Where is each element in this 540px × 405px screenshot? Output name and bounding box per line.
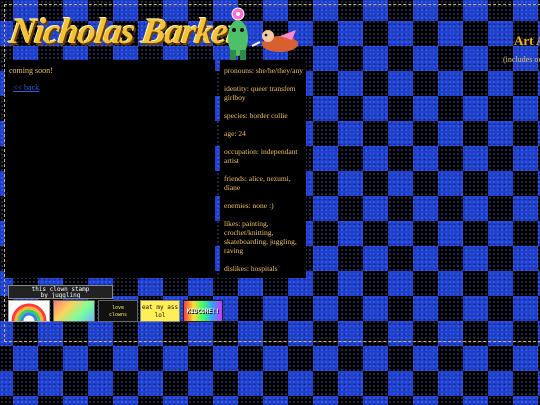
art-section-heading: Art A xyxy=(514,33,540,48)
eat-my-ass-badge[interactable]: eat my ass lol xyxy=(140,300,180,322)
art-section-subtitle: (includes ou xyxy=(503,55,540,64)
candy-badge[interactable] xyxy=(53,300,95,322)
occupation-field: occupation: independant artist xyxy=(224,147,298,165)
pronouns-field: pronouns: she/he/they/any xyxy=(224,66,303,75)
identity-field: identity: queer transfem girlboy xyxy=(224,84,296,102)
coming-soon-text: coming soon! xyxy=(9,66,53,75)
left-content-panel xyxy=(5,60,215,278)
back-link[interactable]: << back xyxy=(13,83,39,92)
kidcore-badge[interactable]: KIDCORE!! xyxy=(183,300,223,322)
dislikes-field: dislikes: hospitals xyxy=(224,264,278,273)
likes-field: likes: painting, crochet/knitting, skate… xyxy=(224,219,297,255)
enemies-field: enemies: none :) xyxy=(224,201,274,210)
character-art xyxy=(228,7,298,60)
clowns-badge[interactable]: love clowns xyxy=(98,300,138,322)
age-field: age: 24 xyxy=(224,129,246,138)
rainbow-badge[interactable] xyxy=(8,300,50,322)
site-title: Nicholas Barker xyxy=(7,11,243,51)
clown-stamp-badge[interactable]: this clown stamp by juggling xyxy=(8,285,113,299)
profile-info: pronouns: she/he/they/any identity: quee… xyxy=(224,66,308,282)
rainbow-icon xyxy=(11,303,47,321)
friends-field: friends: alice, nezumi, diane xyxy=(224,174,291,192)
species-field: species: border collie xyxy=(224,111,288,120)
